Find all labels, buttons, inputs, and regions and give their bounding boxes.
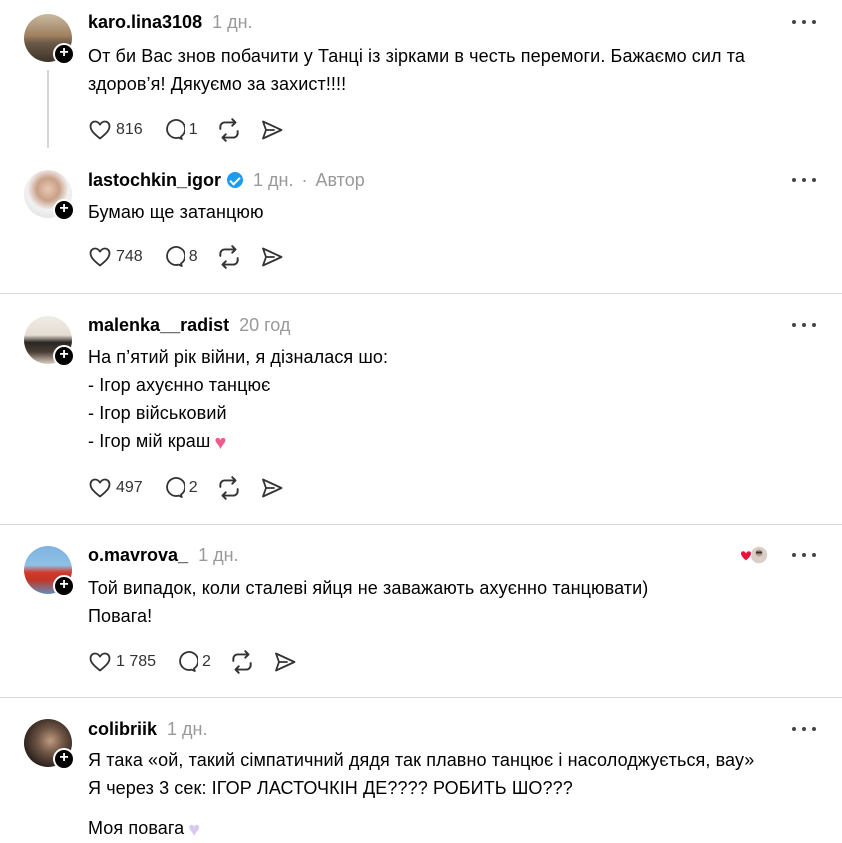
comment-icon	[165, 119, 185, 140]
divider	[0, 524, 842, 525]
actions-bar: 816 1	[88, 116, 302, 144]
repost-icon	[218, 476, 239, 500]
post-text: От би Вас знов побачити у Танці із зірка…	[88, 46, 745, 94]
post-text: На п’ятий рік війни, я дізналася шо: - І…	[88, 343, 388, 457]
share-icon	[275, 652, 296, 672]
repost-icon	[232, 650, 252, 674]
username[interactable]: malenka__radist	[88, 315, 229, 336]
share-icon	[261, 478, 283, 498]
like-count: 748	[116, 248, 143, 265]
username[interactable]: colibriik	[88, 719, 157, 740]
heart-icon	[89, 652, 111, 672]
like-button[interactable]: 748	[88, 245, 143, 269]
comment-icon	[165, 246, 185, 267]
reply-count: 2	[202, 653, 211, 670]
reply-count: 2	[188, 479, 198, 496]
reply-button[interactable]: 1	[161, 118, 198, 142]
post-text: Бумаю ще затанцюю	[88, 202, 264, 222]
reply-button[interactable]: 2	[174, 650, 211, 674]
repost-button[interactable]	[216, 475, 242, 501]
like-button[interactable]: 1 785	[88, 650, 156, 674]
avatar[interactable]: +	[24, 170, 75, 221]
avatar[interactable]: +	[24, 546, 75, 597]
pink-heart-emoji: ♥	[214, 432, 227, 454]
light-purple-heart-emoji: ♥	[188, 819, 201, 841]
timestamp[interactable]: 1 дн.	[212, 12, 252, 33]
heart-icon	[89, 120, 111, 140]
share-button[interactable]	[260, 476, 284, 500]
verified-badge-icon	[227, 172, 244, 188]
share-icon	[261, 247, 283, 267]
username[interactable]: karo.lina3108	[88, 12, 202, 33]
comment-icon	[165, 477, 185, 498]
thread-line	[47, 70, 49, 148]
post-text: Я така «ой, такий сімпатичний дядя так п…	[88, 746, 754, 843]
more-icon[interactable]	[792, 321, 816, 329]
timestamp[interactable]: 1 дн.	[198, 545, 238, 566]
more-icon[interactable]	[792, 18, 816, 26]
actions-bar: 1 785 2	[88, 648, 315, 676]
more-icon[interactable]	[792, 551, 816, 559]
like-count: 497	[116, 479, 143, 496]
username[interactable]: o.mavrova_	[88, 545, 188, 566]
repost-button[interactable]	[229, 649, 255, 675]
follow-plus-icon[interactable]: +	[53, 575, 75, 597]
timestamp[interactable]: 1 дн.	[253, 170, 293, 191]
follow-plus-icon[interactable]: +	[53, 748, 75, 770]
username[interactable]: lastochkin_igor	[88, 170, 221, 191]
like-button[interactable]: 497	[88, 476, 143, 500]
more-icon[interactable]	[792, 176, 816, 184]
avatar[interactable]: +	[24, 719, 75, 770]
avatar[interactable]: +	[24, 316, 75, 367]
heart-icon	[89, 478, 111, 498]
post-text: Той випадок, коли сталеві яйця не заважа…	[88, 578, 649, 626]
repost-button[interactable]	[216, 117, 242, 143]
share-button[interactable]	[273, 650, 297, 674]
author-label: Автор	[315, 169, 365, 190]
reply-count: 1	[188, 121, 198, 138]
timestamp[interactable]: 1 дн.	[167, 719, 207, 740]
avatar[interactable]: +	[24, 14, 75, 65]
divider	[0, 697, 842, 698]
repost-icon	[218, 245, 239, 269]
heart-icon	[89, 247, 111, 267]
share-icon	[261, 120, 283, 140]
more-icon[interactable]	[792, 725, 816, 733]
reply-button[interactable]: 8	[161, 245, 198, 269]
share-button[interactable]	[260, 118, 284, 142]
share-button[interactable]	[260, 245, 284, 269]
repost-button[interactable]	[216, 244, 242, 270]
like-button[interactable]: 816	[88, 118, 143, 142]
reply-button[interactable]: 2	[161, 476, 198, 500]
comment-icon	[179, 651, 199, 672]
divider	[0, 293, 842, 294]
like-count: 816	[116, 121, 143, 138]
follow-plus-icon[interactable]: +	[53, 199, 75, 221]
actions-bar: 748 8	[88, 243, 302, 271]
follow-plus-icon[interactable]: +	[53, 345, 75, 367]
liked-by-author-icon	[739, 544, 770, 566]
separator-dot: ·	[301, 169, 308, 190]
actions-bar: 497 2	[88, 474, 302, 502]
like-count: 1 785	[116, 653, 157, 670]
reply-count: 8	[188, 248, 198, 265]
follow-plus-icon[interactable]: +	[53, 43, 75, 65]
timestamp[interactable]: 20 год	[239, 315, 290, 336]
repost-icon	[218, 118, 239, 142]
